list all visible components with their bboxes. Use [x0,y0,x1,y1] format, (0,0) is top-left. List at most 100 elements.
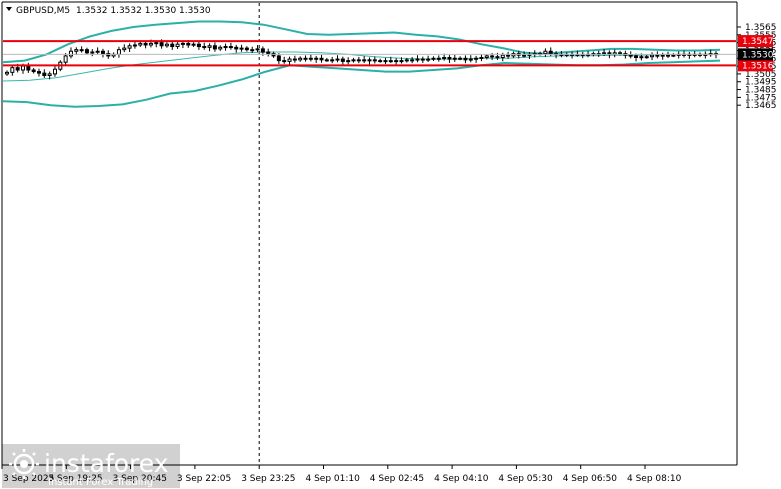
candle-body[interactable] [351,59,356,62]
candle-body[interactable] [303,57,308,60]
candle-body[interactable] [31,69,36,73]
candle-body[interactable] [228,46,233,49]
candle-body[interactable] [15,67,20,71]
candle-body[interactable] [26,65,31,71]
candle-body[interactable] [383,60,388,63]
candle-body[interactable] [42,72,47,76]
candle-body[interactable] [175,43,180,48]
candle-body[interactable] [548,50,553,55]
candle-body[interactable] [378,60,383,63]
candle-body[interactable] [79,49,84,52]
candle-body[interactable] [159,42,164,47]
candle-body[interactable] [292,58,297,61]
candle-body[interactable] [223,46,228,49]
candle-body[interactable] [95,50,100,53]
candle-body[interactable] [356,59,361,62]
candle-body[interactable] [239,47,244,50]
candle-body[interactable] [660,54,665,57]
candle-body[interactable] [207,45,212,48]
candle-body[interactable] [52,68,57,75]
candle-body[interactable] [122,47,127,51]
candle-body[interactable] [255,48,260,51]
candle-body[interactable] [666,54,671,57]
candle-body[interactable] [63,55,68,63]
candle-body[interactable] [47,73,52,76]
candle-body[interactable] [250,49,255,52]
candle-body[interactable] [394,60,399,63]
candle-body[interactable] [244,47,249,51]
candle-body[interactable] [287,58,292,62]
candle-body[interactable] [164,43,169,47]
candle-body[interactable] [196,43,201,48]
candle-body[interactable] [340,58,345,62]
candle-body[interactable] [68,50,73,57]
candle-body[interactable] [639,56,644,59]
candle-body[interactable] [463,57,468,61]
candle-body[interactable] [650,54,655,58]
candle-body[interactable] [319,57,324,61]
candle-body[interactable] [191,43,196,46]
candle-body[interactable] [148,42,153,46]
candle-body[interactable] [90,51,95,54]
candle-body[interactable] [20,65,25,71]
candle-body[interactable] [100,50,105,55]
candle-body[interactable] [671,54,676,57]
candle-body[interactable] [266,51,271,55]
candle-body[interactable] [644,56,649,59]
candle-body[interactable] [202,46,207,49]
candle-body[interactable] [602,52,607,55]
candle-body[interactable] [335,58,340,61]
candle-body[interactable] [415,58,420,61]
candle-body[interactable] [634,55,639,58]
candle-body[interactable] [495,56,500,59]
candle-body[interactable] [10,67,15,73]
candle-body[interactable] [426,58,431,61]
candle-body[interactable] [404,59,409,62]
candle-body[interactable] [490,55,495,58]
candle-body[interactable] [362,59,367,62]
candle-body[interactable] [218,46,223,50]
candle-body[interactable] [346,60,351,63]
candle-body[interactable] [154,42,159,45]
candle-body[interactable] [479,56,484,59]
candle-body[interactable] [447,56,452,60]
candle-body[interactable] [127,45,132,49]
candle-body[interactable] [543,50,548,55]
candle-body[interactable] [186,42,191,46]
candle-body[interactable] [618,52,623,55]
candle-body[interactable] [388,60,393,63]
candle-body[interactable] [522,54,527,57]
candle-body[interactable] [84,49,89,54]
candle-body[interactable] [324,59,329,62]
candle-body[interactable] [276,55,281,62]
candle-body[interactable] [314,57,319,60]
candle-body[interactable] [308,57,313,60]
candle-body[interactable] [367,59,372,62]
candle-body[interactable] [212,45,217,50]
candle-body[interactable] [234,46,239,50]
candle-body[interactable] [260,48,265,53]
candle-body[interactable] [410,59,415,62]
candle-body[interactable] [282,60,287,63]
candle-body[interactable] [132,44,137,47]
price-chart[interactable]: 1.35651.35551.35451.35351.35251.35151.35… [0,0,781,489]
candle-body[interactable] [372,59,377,62]
candle-body[interactable] [138,42,143,46]
candle-body[interactable] [500,54,505,58]
candle-body[interactable] [468,58,473,61]
candle-body[interactable] [298,57,303,61]
candle-body[interactable] [655,54,660,57]
candle-body[interactable] [74,49,79,52]
candle-body[interactable] [458,57,463,60]
candle-body[interactable] [5,71,9,75]
candle-body[interactable] [420,58,425,61]
candle-body[interactable] [431,57,436,60]
candle-body[interactable] [452,57,457,60]
candle-body[interactable] [442,56,447,59]
candle-body[interactable] [436,57,441,60]
candle-body[interactable] [36,71,41,74]
candle-body[interactable] [143,42,148,46]
candle-body[interactable] [506,54,511,57]
candle-body[interactable] [399,60,404,63]
candle-body[interactable] [484,55,489,58]
